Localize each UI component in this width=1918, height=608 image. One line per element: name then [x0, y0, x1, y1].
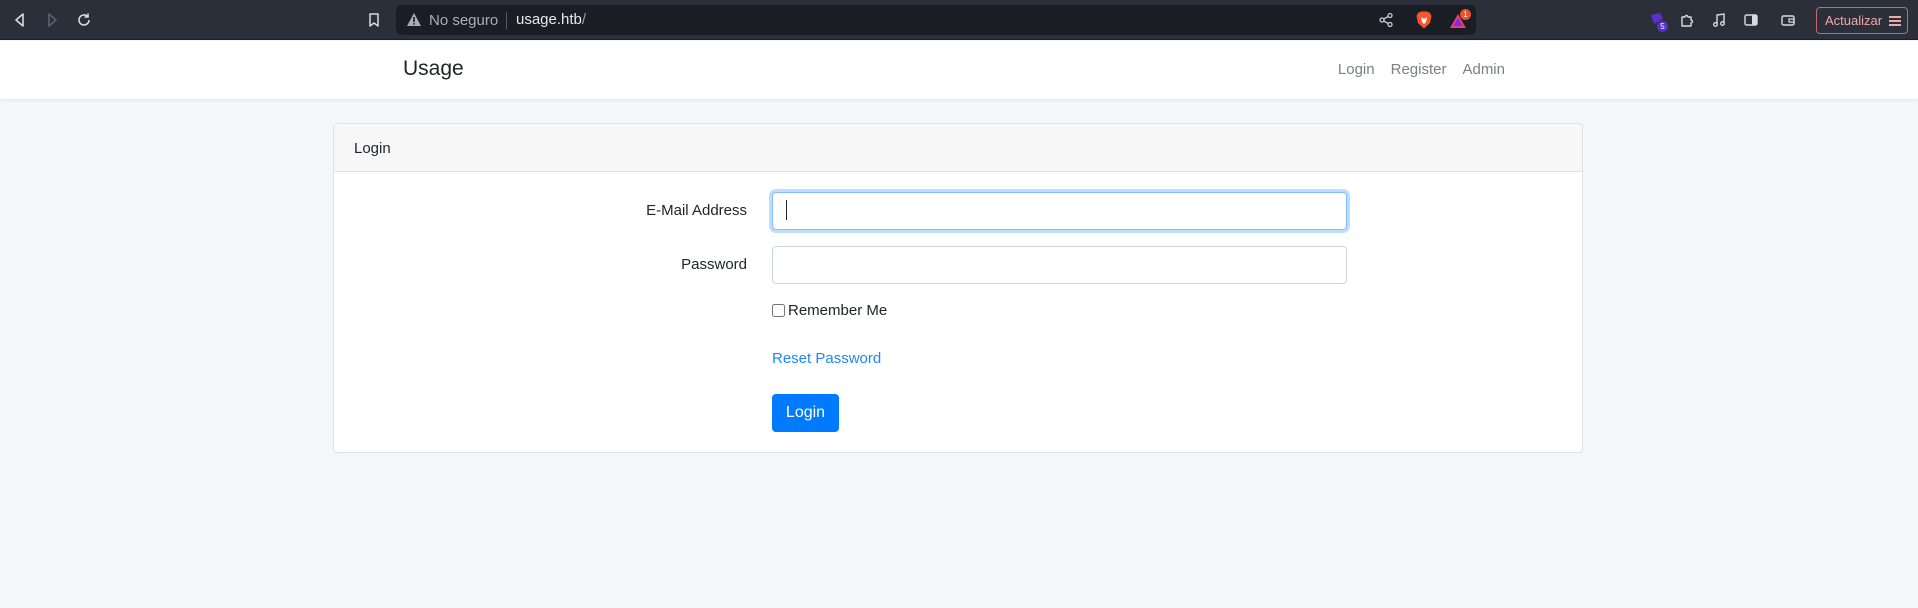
extension-badge: 5 — [1657, 21, 1668, 32]
wallet-button[interactable] — [1776, 8, 1800, 32]
back-icon — [15, 13, 24, 27]
browser-toolbar: No seguro usage.htb/ 1 5 Actualizar — [0, 0, 1918, 40]
brave-shields-icon[interactable] — [1414, 10, 1434, 30]
back-button[interactable] — [8, 8, 32, 32]
nav-register-link[interactable]: Register — [1391, 61, 1447, 78]
remember-me-checkbox[interactable] — [772, 304, 785, 317]
brand-link[interactable]: Usage — [403, 57, 464, 81]
site-navbar: Usage Login Register Admin — [0, 41, 1918, 100]
url-path: / — [581, 11, 587, 28]
media-button[interactable] — [1707, 8, 1731, 32]
bookmark-button[interactable] — [362, 8, 386, 32]
brave-rewards-button[interactable]: 1 — [1448, 9, 1471, 30]
wallet-icon — [1781, 15, 1795, 26]
forward-button[interactable] — [40, 8, 64, 32]
email-field[interactable] — [772, 192, 1347, 230]
nav-admin-link[interactable]: Admin — [1462, 61, 1505, 78]
security-status[interactable]: No seguro — [429, 12, 498, 29]
password-label: Password — [681, 256, 747, 273]
menu-icon — [1889, 14, 1901, 28]
address-bar[interactable]: No seguro usage.htb/ 1 — [396, 5, 1476, 35]
login-card: Login E-Mail Address Password Remember M… — [333, 123, 1583, 453]
url-divider — [506, 12, 507, 29]
extension-wallet-button[interactable]: 5 — [1648, 10, 1670, 32]
update-button-label: Actualizar — [1825, 13, 1883, 28]
reset-password-link[interactable]: Reset Password — [772, 350, 881, 367]
warning-icon — [407, 13, 421, 26]
password-field[interactable] — [772, 246, 1347, 284]
forward-icon — [48, 13, 57, 27]
url-host: usage.htb — [516, 11, 582, 28]
sidebar-toggle-button[interactable] — [1739, 8, 1763, 32]
remember-me[interactable]: Remember Me — [772, 302, 887, 319]
nav-links: Login Register Admin — [1338, 61, 1505, 78]
extensions-button[interactable] — [1675, 8, 1699, 32]
bookmark-icon — [369, 13, 379, 27]
remember-me-label: Remember Me — [788, 302, 888, 319]
login-button[interactable]: Login — [772, 394, 839, 432]
email-label: E-Mail Address — [646, 202, 747, 219]
nav-login-link[interactable]: Login — [1338, 61, 1375, 78]
text-cursor — [786, 200, 787, 220]
music-note-icon — [1713, 13, 1725, 27]
reload-icon — [78, 13, 90, 26]
card-header: Login — [334, 124, 1582, 172]
update-button[interactable]: Actualizar — [1816, 7, 1908, 34]
sidebar-icon — [1744, 14, 1758, 26]
rewards-badge: 1 — [1460, 9, 1471, 20]
reload-button[interactable] — [72, 8, 96, 32]
url-text[interactable]: usage.htb/ — [516, 11, 586, 28]
puzzle-icon — [1681, 14, 1694, 27]
share-icon[interactable] — [1378, 12, 1394, 28]
